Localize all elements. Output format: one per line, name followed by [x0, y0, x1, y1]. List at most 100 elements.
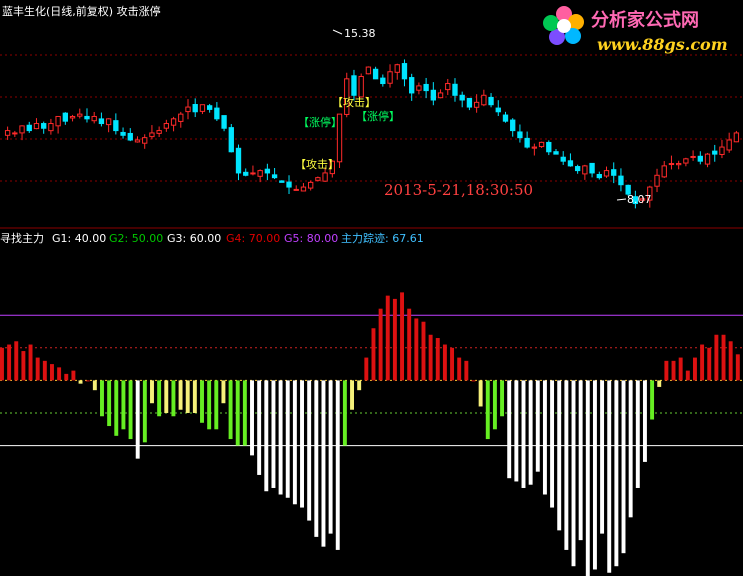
- indicator-bar: [457, 357, 462, 381]
- indicator-bar: [342, 380, 347, 446]
- candle-body: [243, 171, 249, 176]
- candle-body: [62, 112, 68, 122]
- candle-body: [618, 175, 624, 186]
- logo-url: www.88gs.com: [597, 35, 728, 54]
- indicator-bar: [471, 380, 476, 382]
- candle-body: [84, 115, 90, 120]
- candle-body: [178, 113, 184, 122]
- indicator-bar: [50, 364, 54, 381]
- indicator-bar: [0, 347, 4, 381]
- indicator-bar: [200, 380, 204, 423]
- candle-body: [683, 158, 689, 164]
- candle-body: [589, 162, 595, 174]
- indicator-bar: [378, 308, 383, 381]
- candle-body: [358, 75, 364, 98]
- indicator-bar: [171, 380, 176, 417]
- indicator-bar: [357, 380, 362, 391]
- indicator-bar: [350, 380, 354, 410]
- indicator-bar: [714, 334, 719, 381]
- indicator-bar: [435, 338, 440, 381]
- candle-body: [481, 94, 487, 106]
- indicator-bar: [535, 380, 540, 472]
- candle-body: [668, 163, 675, 166]
- indicator-bar: [542, 380, 547, 495]
- candle-body: [488, 96, 494, 106]
- indicator-bar: [385, 295, 390, 381]
- candle-body: [401, 63, 408, 80]
- indicator-bar: [464, 360, 469, 381]
- indicator-bar: [635, 380, 640, 488]
- logo-graphic: 分析家公式网 www.88gs.com: [543, 6, 728, 54]
- indicator-bar: [257, 380, 262, 475]
- logo-title: 分析家公式网: [591, 9, 699, 31]
- indicator-bar: [178, 380, 183, 410]
- candle-body: [185, 106, 191, 113]
- indicator-bar: [500, 380, 505, 417]
- indicator-bar: [657, 380, 662, 387]
- indicator-legend: 寻找主力 G1: 40.00 G2: 50.00 G3: 60.00 G4: 7…: [0, 231, 424, 245]
- indicator-bar: [371, 328, 376, 381]
- indicator-bar: [721, 334, 726, 381]
- candle-body: [712, 150, 718, 155]
- annotation-gj2: 【攻击】: [332, 95, 376, 109]
- indicator-bar: [271, 380, 276, 488]
- candle-body: [603, 170, 610, 177]
- indicator-bar: [707, 347, 712, 381]
- candle-body: [120, 131, 126, 136]
- indicator-bar: [650, 380, 655, 420]
- candle-body: [279, 180, 285, 183]
- indicator-bar: [307, 380, 312, 521]
- indicator-bar: [142, 380, 147, 443]
- indicator-bar: [364, 357, 369, 381]
- candle-body: [704, 153, 711, 165]
- candle-body: [351, 75, 357, 96]
- annotation-zt2: 【涨停】: [356, 109, 400, 123]
- indicator-bar: [557, 380, 562, 531]
- indicator-bar: [328, 380, 333, 534]
- indicator-bar: [228, 380, 233, 440]
- candle-body: [611, 169, 617, 176]
- site-logo: 分析家公式网 www.88gs.com: [539, 2, 739, 60]
- candle-body: [257, 170, 263, 177]
- candle-body: [214, 107, 220, 120]
- candle-body: [33, 123, 40, 130]
- candle-body: [445, 83, 451, 91]
- indicator-bar: [692, 357, 697, 381]
- indicator-bar: [121, 380, 126, 430]
- candle-body: [149, 132, 155, 138]
- indicator-bar: [442, 344, 447, 381]
- candle-body: [452, 83, 458, 96]
- low-price-label: 8.07: [627, 193, 652, 206]
- legend-g3: G3: 60.00: [167, 232, 221, 245]
- indicator-bar: [42, 360, 47, 381]
- candle-body: [98, 118, 105, 125]
- indicator-bar: [242, 380, 247, 446]
- indicator-bar: [300, 380, 304, 508]
- indicator-bar: [492, 380, 497, 430]
- candle-body: [221, 115, 227, 129]
- chart-stage: 15.38 8.07 2013-5-21,18:30:50 【涨停】 【攻击】 …: [0, 4, 743, 576]
- indicator-bar: [528, 380, 533, 485]
- indicator-bar: [92, 380, 97, 391]
- indicator-bar: [192, 380, 197, 413]
- candle-body: [365, 66, 372, 75]
- candle-body: [41, 123, 47, 129]
- indicator-bar: [392, 298, 397, 381]
- indicator-bar: [642, 380, 647, 462]
- candle-body: [510, 119, 516, 132]
- indicator-bar: [285, 380, 290, 498]
- indicator-bar: [57, 367, 62, 381]
- legend-zl: 主力踪迹: 67.61: [341, 231, 424, 245]
- indicator-bar-series: [0, 292, 740, 576]
- indicator-bar: [507, 380, 512, 479]
- indicator-bar: [478, 380, 483, 407]
- indicator-bar: [614, 380, 619, 567]
- candle-body: [437, 92, 444, 99]
- high-marker-line: [332, 29, 343, 35]
- indicator-bar: [671, 360, 676, 381]
- candle-body: [473, 101, 480, 108]
- indicator-bar: [685, 370, 690, 381]
- indicator-bar: [678, 357, 683, 381]
- indicator-bar: [14, 341, 19, 381]
- candle-body: [26, 124, 32, 132]
